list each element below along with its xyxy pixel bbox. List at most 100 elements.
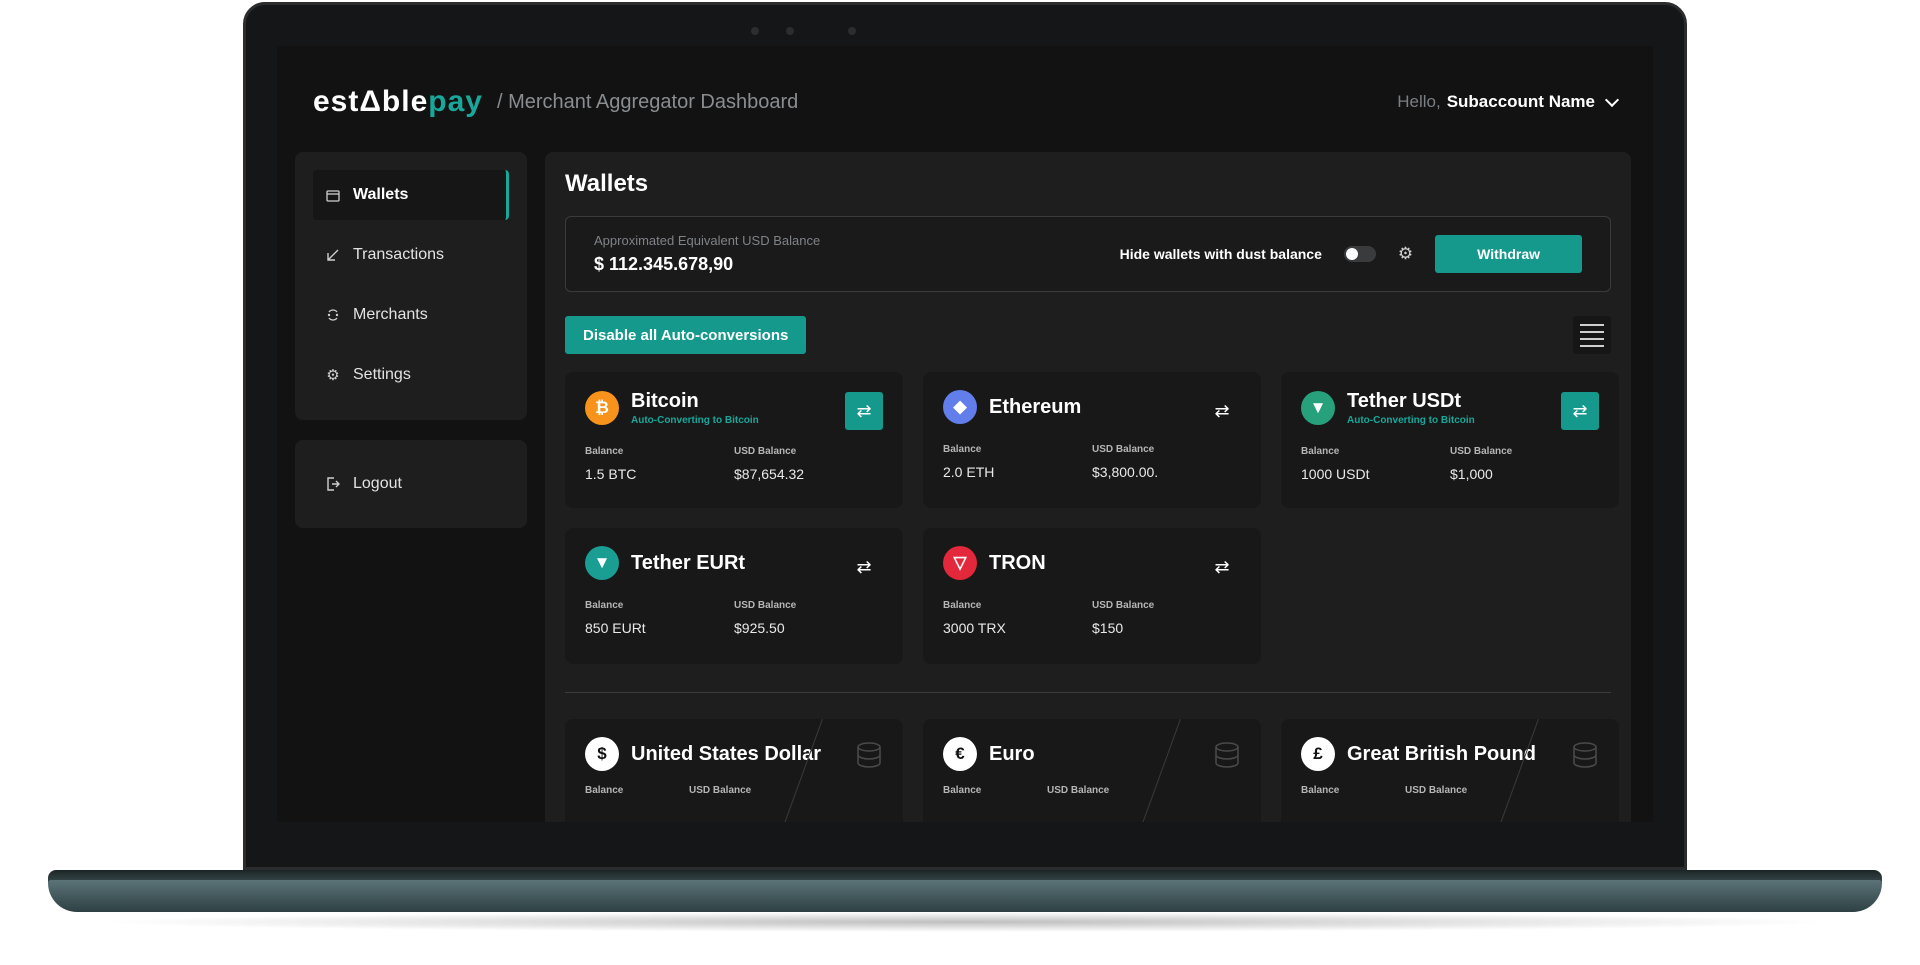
balance-label: Balance [1301, 785, 1340, 796]
greeting-text: Hello, [1397, 92, 1441, 111]
usd-balance-label: USD Balance [734, 446, 797, 457]
coin-symbol: ◆ [953, 397, 967, 416]
currency-symbol: € [955, 744, 965, 763]
coin-symbol: ▽ [953, 553, 967, 572]
sidebar-item-label: Wallets [353, 186, 409, 203]
currency-icon: € [943, 737, 977, 771]
main-panel: Wallets Approximated Equivalent USD Bala… [545, 152, 1631, 822]
wallet-name: Tether USDt [1347, 390, 1462, 412]
chevron-down-icon [1604, 92, 1620, 107]
coin-icon: ▼ [585, 546, 619, 580]
logout-label: Logout [353, 475, 402, 492]
sidebar-item-label: Settings [353, 366, 411, 383]
usd-balance-value: $3,800.00. [1092, 464, 1159, 480]
user-menu[interactable]: Hello, Subaccount Name [1397, 92, 1620, 112]
crypto-wallet-grid: ₿ Bitcoin Auto-Converting to Bitcoin ⇄ Balan… [565, 372, 1619, 664]
usd-balance-value: $925.50 [734, 620, 785, 636]
laptop-shadow [90, 912, 1840, 932]
menu-line [1580, 337, 1604, 340]
wallet-card[interactable]: ▼ Tether USDt Auto-Converting to Bitcoin ⇄ B… [1281, 372, 1619, 508]
balance-label: Balance [943, 785, 982, 796]
wallet-card[interactable]: ▽ TRON ⇄ Balance 3000 TRX USD Balance $150 [923, 528, 1261, 664]
usd-balance-label: USD Balance [734, 600, 797, 611]
wallet-name: Ethereum [989, 395, 1082, 418]
database-icon [1571, 741, 1601, 771]
fiat-wallet-grid: $ United States Dollar Balance USD Balance €… [565, 719, 1619, 822]
auto-convert-icon[interactable]: ⇄ [1203, 548, 1241, 586]
balance-value: 1000 USDt [1301, 466, 1370, 482]
sidebar-item-label: Merchants [353, 306, 428, 323]
gear-icon: ⚙ [326, 367, 340, 384]
camera-dot [786, 27, 794, 35]
usd-balance-label: USD Balance [689, 785, 752, 796]
page-title: Wallets [565, 170, 649, 197]
usd-balance-value: $87,654.32 [734, 466, 805, 482]
auto-convert-icon[interactable]: ⇄ [845, 548, 883, 586]
camera-dot [848, 27, 856, 35]
wallet-name: Tether EURt [631, 551, 746, 574]
database-icon [1213, 741, 1243, 771]
fiat-wallet-card[interactable]: £ Great British Pound Balance USD Balance [1281, 719, 1619, 822]
gear-icon[interactable]: ⚙ [1398, 244, 1413, 264]
logo[interactable]: estΔblepay [313, 85, 483, 119]
currency-icon: £ [1301, 737, 1335, 771]
camera-dot [751, 27, 759, 35]
usd-balance-value: $1,000 [1450, 466, 1493, 482]
usd-balance-label: USD Balance [1092, 600, 1155, 611]
header: estΔblepay / Merchant Aggregator Dashboa… [313, 82, 1620, 122]
sidebar-item-settings[interactable]: ⚙ Settings [313, 350, 509, 400]
divider [565, 692, 1611, 693]
usd-balance-label: USD Balance [1047, 785, 1110, 796]
auto-convert-icon[interactable]: ⇄ [845, 392, 883, 430]
logo-accent: pay [428, 85, 483, 118]
wallet-name: Bitcoin [631, 390, 699, 412]
balance-label: Balance [943, 444, 982, 455]
wallet-icon [325, 187, 341, 203]
dust-toggle[interactable] [1343, 246, 1376, 262]
balance-value: 850 EURt [585, 620, 646, 636]
coin-symbol: ▼ [593, 553, 611, 572]
auto-convert-icon[interactable]: ⇄ [1203, 392, 1241, 430]
balance-label: Balance [943, 600, 982, 611]
balance-box: Approximated Equivalent USD Balance $ 11… [565, 216, 1611, 292]
wallet-name: TRON [989, 551, 1046, 574]
sidebar-item-transactions[interactable]: Transactions [313, 230, 509, 280]
coin-symbol: ₿ [595, 398, 609, 417]
coin-icon: ▼ [1301, 391, 1335, 425]
wallet-card[interactable]: ◆ Ethereum ⇄ Balance 2.0 ETH USD Balance $3,80… [923, 372, 1261, 508]
coin-icon: ₿ [585, 391, 619, 425]
auto-convert-icon[interactable]: ⇄ [1561, 392, 1599, 430]
fiat-wallet-card[interactable]: € Euro Balance USD Balance [923, 719, 1261, 822]
balance-label: Balance [585, 446, 624, 457]
usd-balance-value: $150 [1092, 620, 1124, 636]
wallet-card[interactable]: ₿ Bitcoin Auto-Converting to Bitcoin ⇄ Balan… [565, 372, 903, 508]
list-view-button[interactable] [1573, 316, 1611, 354]
logout-panel: Logout [295, 440, 527, 528]
screen: estΔblepay / Merchant Aggregator Dashboa… [277, 46, 1653, 822]
sidebar-item-merchants[interactable]: Merchants [313, 290, 509, 340]
withdraw-button[interactable]: Withdraw [1435, 235, 1582, 273]
sidebar-nav: Wallets Transactions Merchants ⚙ Settings [295, 152, 527, 420]
menu-line [1580, 330, 1604, 333]
menu-line [1580, 344, 1604, 347]
fiat-wallet-card[interactable]: $ United States Dollar Balance USD Balance [565, 719, 903, 822]
usd-balance-label: USD Balance [1450, 446, 1513, 457]
balance-value: 2.0 ETH [943, 464, 995, 480]
wallet-name: Great British Pound [1347, 742, 1536, 765]
balance-label: Balance [585, 600, 624, 611]
sidebar-item-wallets[interactable]: Wallets [313, 170, 509, 220]
arrow-down-left-icon [325, 247, 341, 263]
balance-label: Balance [585, 785, 624, 796]
user-name: Subaccount Name [1446, 92, 1595, 111]
balance-value: 1.5 BTC [585, 466, 637, 482]
disable-auto-conversions-button[interactable]: Disable all Auto-conversions [565, 316, 807, 354]
usd-balance-label: USD Balance [1092, 444, 1155, 455]
sidebar-item-label: Transactions [353, 246, 444, 263]
logout-button[interactable]: Logout [313, 459, 402, 509]
balance-label: Balance [1301, 446, 1340, 457]
balance-value: 3000 TRX [943, 620, 1006, 636]
wallet-card[interactable]: ▼ Tether EURt ⇄ Balance 850 EURt USD Balance $… [565, 528, 903, 664]
menu-line [1580, 323, 1604, 326]
breadcrumb: / Merchant Aggregator Dashboard [496, 90, 799, 113]
coin-icon: ◆ [943, 390, 977, 424]
